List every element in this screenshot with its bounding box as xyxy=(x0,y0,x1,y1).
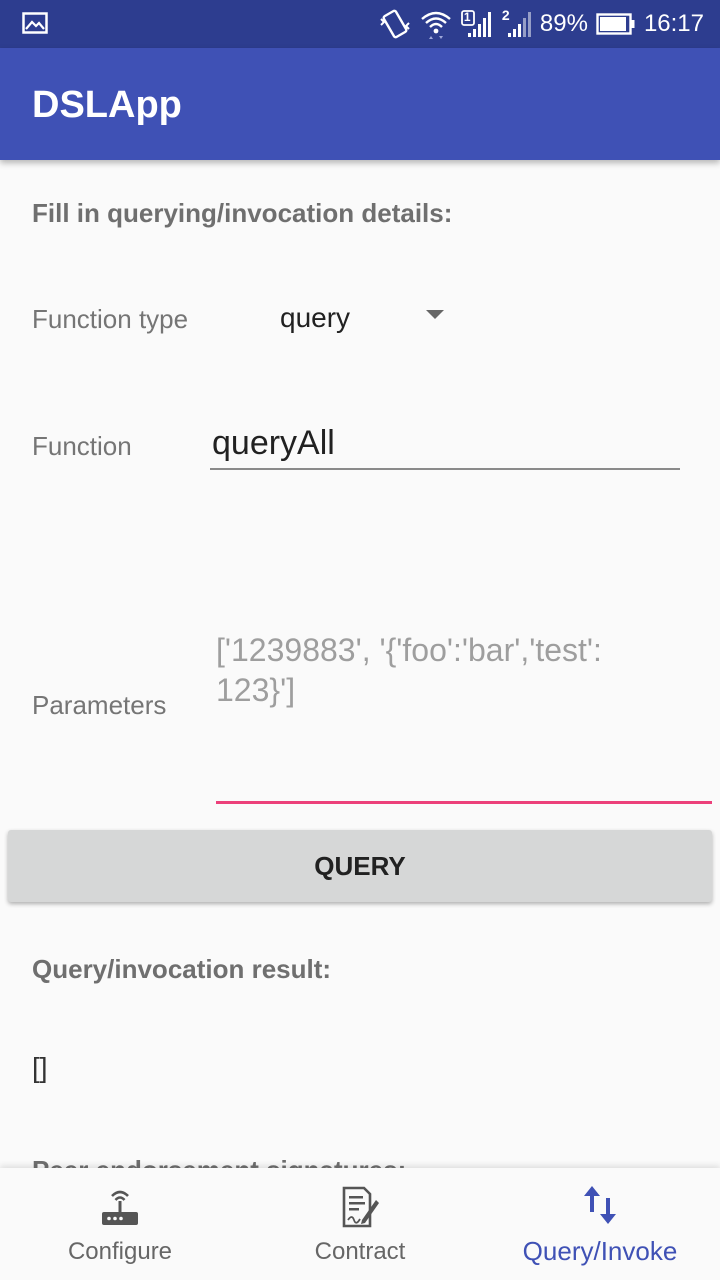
image-notification-icon xyxy=(22,12,48,39)
function-type-label: Function type xyxy=(32,304,189,334)
battery-icon xyxy=(596,12,636,36)
result-value: [] xyxy=(32,1052,48,1083)
vibrate-icon xyxy=(378,9,412,39)
function-input-value: queryAll xyxy=(212,424,335,462)
nav-label-contract: Contract xyxy=(314,1238,406,1265)
parameters-input[interactable]: ['1239883', '{'foo':'bar','test': 123}'] xyxy=(216,628,712,804)
status-bar: 1 2 89% 16:17 xyxy=(0,0,720,48)
function-input[interactable]: queryAll xyxy=(210,422,680,470)
sim2-number: 2 xyxy=(501,7,510,23)
sim1-number: 1 xyxy=(463,10,471,24)
nav-item-query-invoke[interactable]: Query/Invoke xyxy=(480,1168,720,1280)
status-icons: 1 2 89% 16:17 xyxy=(378,0,704,48)
query-button[interactable]: QUERY xyxy=(8,830,712,902)
nav-item-contract[interactable]: Contract xyxy=(240,1168,480,1280)
clock: 16:17 xyxy=(643,10,704,37)
parameters-label: Parameters xyxy=(32,690,167,720)
function-type-value: query xyxy=(280,302,351,333)
signal-sim2-icon: 2 xyxy=(500,7,532,39)
battery-percent: 89% xyxy=(539,10,588,37)
result-heading: Query/invocation result: xyxy=(32,954,332,984)
form-heading: Fill in querying/invocation details: xyxy=(32,198,453,228)
function-label: Function xyxy=(32,431,132,461)
wifi-icon xyxy=(420,9,452,39)
signatures-heading: Peer endorsement signatures: xyxy=(32,1155,406,1168)
main-content: Fill in querying/invocation details: Fun… xyxy=(0,160,720,1168)
nav-label-query-invoke: Query/Invoke xyxy=(522,1236,678,1266)
nav-label-configure: Configure xyxy=(67,1238,173,1265)
app-bar: DSLApp xyxy=(0,48,720,160)
signal-sim1-icon: 1 xyxy=(460,9,492,39)
dropdown-arrow-icon xyxy=(426,310,444,319)
swap-vert-icon xyxy=(580,1182,620,1230)
nav-item-configure[interactable]: Configure xyxy=(0,1168,240,1280)
parameters-hint: ['1239883', '{'foo':'bar','test': 123}'] xyxy=(216,632,602,708)
function-type-spinner[interactable]: query xyxy=(278,298,450,342)
router-icon xyxy=(100,1182,140,1230)
contract-icon xyxy=(340,1182,380,1230)
bottom-navigation: Configure Contract Query/Invoke xyxy=(0,1168,720,1280)
app-title: DSLApp xyxy=(32,84,182,126)
